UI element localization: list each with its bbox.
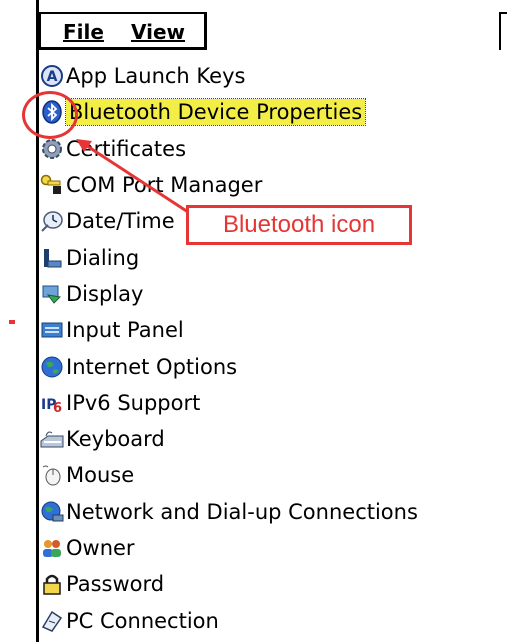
certificates-gear-icon bbox=[40, 137, 64, 161]
list-item-certificates[interactable]: Certificates bbox=[40, 131, 507, 167]
list-item-display[interactable]: Display bbox=[40, 276, 507, 312]
list-item-label: Keyboard bbox=[66, 427, 165, 452]
keyboard-icon bbox=[40, 427, 64, 451]
com-port-key-icon bbox=[40, 173, 64, 197]
list-item-keyboard[interactable]: Keyboard bbox=[40, 421, 507, 457]
list-item-input-panel[interactable]: Input Panel bbox=[40, 312, 507, 348]
list-item-network-and-dial-up-connections[interactable]: Network and Dial-up Connections bbox=[40, 494, 507, 530]
menu-bar: File View bbox=[39, 12, 207, 50]
list-item-label: Password bbox=[66, 572, 165, 597]
list-item-label: Dialing bbox=[66, 245, 140, 270]
password-lock-icon bbox=[40, 572, 64, 596]
list-item-label: PC Connection bbox=[66, 608, 219, 633]
list-item-label: Internet Options bbox=[66, 354, 238, 379]
internet-globe-icon bbox=[40, 355, 64, 379]
date-time-clock-icon bbox=[40, 209, 64, 233]
list-item-owner[interactable]: Owner bbox=[40, 530, 507, 566]
annotation-circle bbox=[22, 91, 78, 139]
display-icon bbox=[40, 282, 64, 306]
list-item-label: App Launch Keys bbox=[66, 64, 246, 89]
list-item-com-port-manager[interactable]: COM Port Manager bbox=[40, 167, 507, 203]
ipv6-icon: IP 6 bbox=[40, 391, 64, 415]
list-item-label: Input Panel bbox=[66, 318, 184, 343]
list-item-label: Bluetooth Device Properties bbox=[64, 98, 367, 127]
network-icon bbox=[40, 500, 64, 524]
svg-text:6: 6 bbox=[53, 401, 62, 415]
menu-view[interactable]: View bbox=[131, 20, 185, 44]
dialing-phone-icon bbox=[40, 246, 64, 270]
list-item-label: Mouse bbox=[66, 463, 135, 488]
list-item-bluetooth-device-properties[interactable]: Bluetooth Device Properties bbox=[40, 94, 507, 130]
pc-connection-icon bbox=[40, 609, 64, 633]
list-item-label: Display bbox=[66, 281, 144, 306]
menu-file[interactable]: File bbox=[63, 20, 104, 44]
list-item-label: Owner bbox=[66, 536, 135, 560]
svg-text:A: A bbox=[47, 69, 58, 85]
mouse-icon bbox=[40, 463, 64, 487]
list-item-label: IPv6 Support bbox=[66, 390, 201, 415]
control-panel-list: A App Launch Keys Bluetooth Device Prope… bbox=[40, 58, 507, 639]
red-marker bbox=[9, 320, 15, 324]
list-item-password[interactable]: Password bbox=[40, 566, 507, 602]
list-item-app-launch-keys[interactable]: A App Launch Keys bbox=[40, 58, 507, 94]
list-item-label: COM Port Manager bbox=[66, 173, 263, 198]
list-item-label: Certificates bbox=[66, 136, 187, 161]
list-item-pc-connection[interactable]: PC Connection bbox=[40, 602, 507, 638]
list-item-ipv6-support[interactable]: IP 6 IPv6 Support bbox=[40, 385, 507, 421]
list-item-internet-options[interactable]: Internet Options bbox=[40, 348, 507, 384]
input-panel-keyboard-icon bbox=[40, 318, 64, 342]
list-item-label: Network and Dial-up Connections bbox=[66, 499, 418, 524]
list-item-mouse[interactable]: Mouse bbox=[40, 457, 507, 493]
toolbar-edge bbox=[499, 12, 507, 50]
owner-people-icon bbox=[40, 536, 64, 560]
app-launch-keys-icon: A bbox=[40, 64, 64, 88]
annotation-label: Bluetooth icon bbox=[186, 205, 412, 245]
list-item-label: Date/Time bbox=[66, 209, 175, 234]
